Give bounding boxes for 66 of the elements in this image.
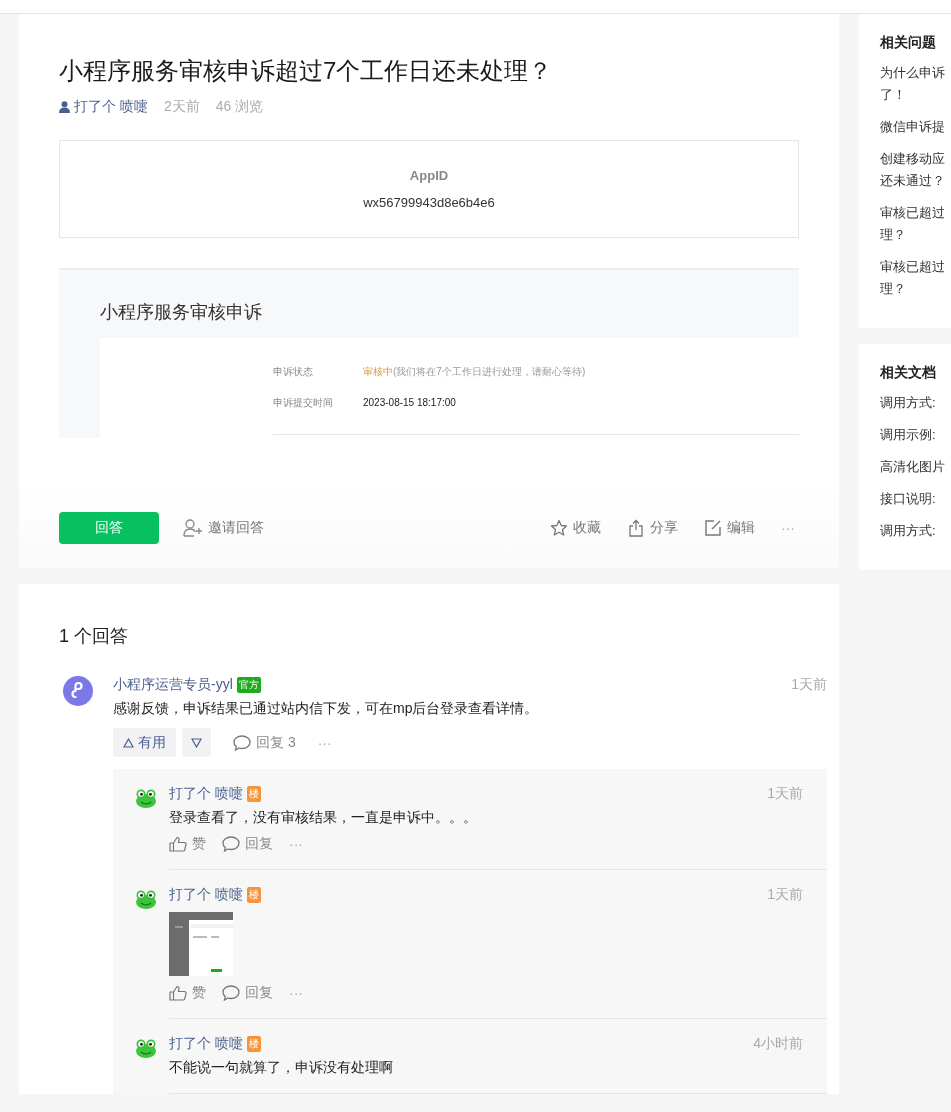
related-link[interactable]: 高清化图片 <box>880 456 951 478</box>
appeal-field-value: 审核中(我们将在7个工作日进行处理，请耐心等待) <box>363 365 586 379</box>
reply-time: 1天前 <box>767 886 803 904</box>
frog-icon <box>135 1037 157 1059</box>
related-link[interactable]: 为什么申诉了！ <box>880 62 951 106</box>
appeal-field-label: 申诉状态 <box>273 365 314 379</box>
related-link[interactable]: 审核已超过理？ <box>880 202 951 246</box>
role-badge: 楼 <box>246 887 261 903</box>
upvote-button[interactable]: 有用 <box>113 728 176 757</box>
answer-count: 1 个回答 <box>59 625 129 648</box>
reply-text: 登录查看了，没有审核结果，一直是申诉中。。。 <box>169 809 478 827</box>
avatar-icon <box>63 676 93 706</box>
reply-button[interactable]: 回复 3 <box>233 733 296 752</box>
appeal-field-value: 2023-08-15 18:17:00 <box>363 396 456 410</box>
triangle-up-icon <box>123 737 134 748</box>
reply-button[interactable]: 回复 <box>222 984 273 1002</box>
author-link[interactable]: 打了个 喷嚏 <box>169 886 243 904</box>
downvote-button[interactable] <box>182 728 211 757</box>
sidebar-heading: 相关问题 <box>880 34 937 52</box>
triangle-down-icon <box>191 737 202 748</box>
appid-label: AppID <box>409 168 449 183</box>
related-link[interactable]: 接口说明: <box>880 488 951 510</box>
appeal-field-label: 申诉提交时间 <box>273 396 334 410</box>
comment-icon <box>222 836 240 852</box>
comment-icon <box>233 734 251 751</box>
frog-icon <box>135 888 157 910</box>
thumbs-up-icon <box>169 836 187 852</box>
answer-time: 1天前 <box>791 676 827 694</box>
answer-text: 感谢反馈，申诉结果已通过站内信下发，可在mp后台登录查看详情。 <box>113 700 540 718</box>
edit-icon <box>704 519 722 537</box>
comment-icon <box>222 985 240 1001</box>
reply-button[interactable]: 回复 <box>222 835 273 853</box>
star-icon <box>550 519 568 537</box>
star-button[interactable]: 收藏 <box>550 519 601 537</box>
related-link[interactable]: 审核已超过理？ <box>880 256 951 300</box>
role-badge: 楼 <box>246 786 261 802</box>
add-user-icon <box>183 519 203 537</box>
author-link[interactable]: 打了个 喷嚏 <box>74 98 148 116</box>
reply-text: 不能说一句就算了，申诉没有处理啊 <box>169 1059 394 1077</box>
related-link[interactable]: 创建移动应还未通过？ <box>880 148 951 192</box>
role-badge: 官方 <box>236 677 261 693</box>
author-link[interactable]: 小程序运营专员-yyl <box>113 676 233 694</box>
like-button[interactable]: 赞 <box>169 835 206 853</box>
thumbs-up-icon <box>169 985 187 1001</box>
post-time: 2天前 <box>163 98 200 116</box>
related-link[interactable]: 调用方式: <box>880 392 951 414</box>
author-link[interactable]: 打了个 喷嚏 <box>169 785 243 803</box>
appid-value: wx56799943d8e6b4e6 <box>363 195 495 210</box>
invite-answer-button[interactable]: 邀请回答 <box>183 519 264 537</box>
related-link[interactable]: 调用示例: <box>880 424 951 446</box>
edit-button[interactable]: 编辑 <box>704 519 755 537</box>
appeal-heading: 小程序服务审核申诉 <box>99 301 263 324</box>
reply-time: 1天前 <box>767 785 803 803</box>
user-icon <box>59 101 70 113</box>
related-link[interactable]: 调用方式: <box>880 520 951 542</box>
share-icon <box>627 519 645 537</box>
reply-time: 4小时前 <box>753 1035 803 1053</box>
frog-icon <box>135 787 157 809</box>
sidebar-heading: 相关文档 <box>880 364 937 382</box>
role-badge: 楼 <box>246 1036 261 1052</box>
question-title: 小程序服务审核申诉超过7个工作日还未处理？ <box>59 56 554 86</box>
view-count: 46 浏览 <box>215 98 264 116</box>
like-button[interactable]: 赞 <box>169 984 206 1002</box>
related-link[interactable]: 微信申诉提 <box>880 116 951 138</box>
share-button[interactable]: 分享 <box>627 519 678 537</box>
author-link[interactable]: 打了个 喷嚏 <box>169 1035 243 1053</box>
